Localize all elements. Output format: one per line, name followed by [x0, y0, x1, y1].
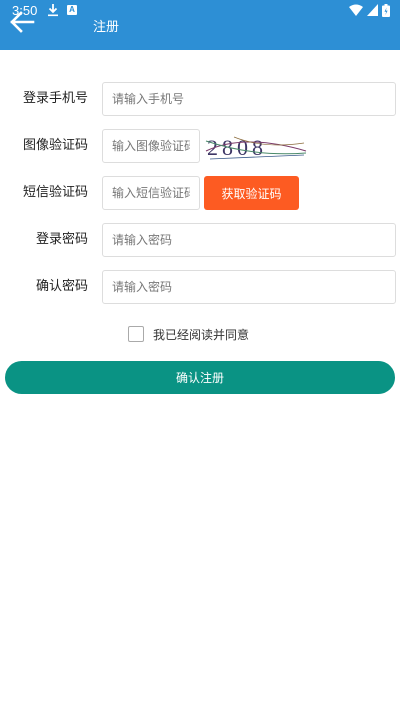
signal-icon — [367, 4, 378, 16]
sms-code-row: 短信验证码 获取验证码 — [0, 176, 400, 210]
password-input[interactable] — [102, 223, 396, 257]
arrow-left-icon — [10, 11, 35, 33]
back-button[interactable] — [8, 8, 36, 36]
page-title: 注册 — [93, 20, 120, 35]
confirm-password-label: 确认密码 — [35, 279, 88, 294]
image-code-input[interactable] — [102, 129, 200, 163]
image-code-row: 图像验证码 2808 — [0, 129, 400, 163]
confirm-register-button[interactable]: 确认注册 — [5, 361, 395, 394]
get-sms-code-button[interactable]: 获取验证码 — [204, 176, 299, 210]
sms-code-input[interactable] — [102, 176, 200, 210]
confirm-password-input[interactable] — [102, 270, 396, 304]
password-row: 登录密码 — [0, 223, 400, 257]
agreement-checkbox[interactable] — [128, 326, 144, 342]
download-icon — [48, 4, 58, 17]
phone-row: 登录手机号 — [0, 82, 400, 116]
agreement-text: 我已经阅读并同意 — [153, 327, 250, 342]
password-label: 登录密码 — [35, 232, 88, 247]
battery-icon — [382, 3, 390, 17]
phone-input[interactable] — [102, 82, 396, 116]
sms-code-label: 短信验证码 — [22, 185, 88, 200]
captcha-image[interactable]: 2808 — [204, 129, 308, 163]
wifi-icon — [349, 4, 363, 16]
status-icons — [349, 3, 390, 17]
image-code-label: 图像验证码 — [22, 138, 88, 153]
phone-label: 登录手机号 — [22, 91, 88, 106]
agreement-row: 我已经阅读并同意 — [128, 325, 249, 343]
confirm-password-row: 确认密码 — [0, 270, 400, 304]
app-header: 3:50 A 注册 — [0, 0, 400, 50]
a-notification-icon: A — [67, 5, 77, 15]
